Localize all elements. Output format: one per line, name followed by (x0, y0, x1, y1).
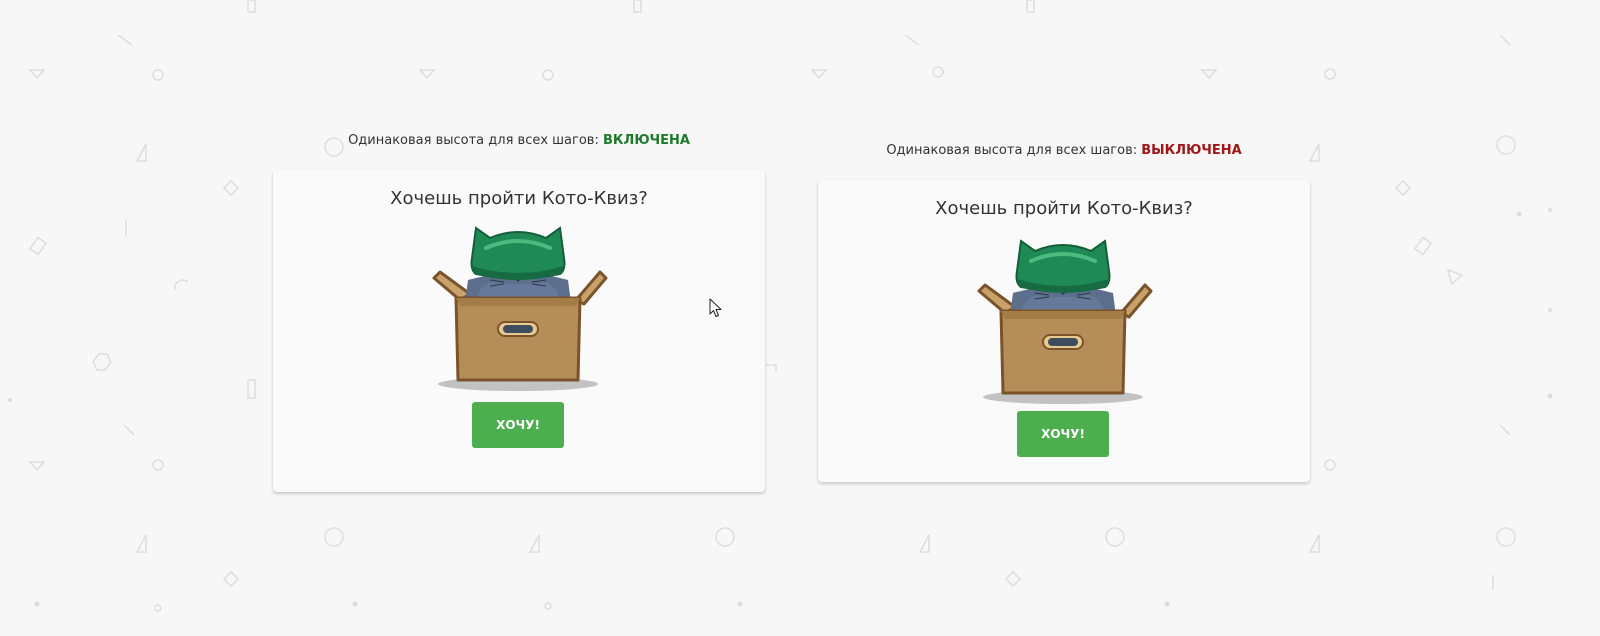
start-quiz-button[interactable]: ХОЧУ! (472, 402, 564, 448)
quiz-card: Хочешь пройти Кото-Квиз? ХОЧУ! (273, 170, 765, 492)
setting-label: Одинаковая высота для всех шагов: (886, 143, 1138, 158)
setting-caption: Одинаковая высота для всех шагов: ВКЛЮЧЕ… (273, 133, 765, 148)
setting-caption: Одинаковая высота для всех шагов: ВЫКЛЮЧ… (818, 143, 1310, 158)
quiz-card: Хочешь пройти Кото-Квиз? ХОЧУ! (818, 180, 1310, 482)
mouse-cursor-icon (709, 298, 722, 317)
status-enabled-badge: ВКЛЮЧЕНА (603, 133, 690, 148)
start-quiz-button[interactable]: ХОЧУ! (1017, 411, 1109, 457)
status-disabled-badge: ВЫКЛЮЧЕНА (1141, 143, 1242, 158)
cat-in-box-illustration (432, 226, 608, 391)
background-pattern (8, 0, 1553, 612)
setting-label: Одинаковая высота для всех шагов: (348, 133, 599, 148)
cat-in-box-illustration (977, 239, 1153, 404)
quiz-question: Хочешь пройти Кото-Квиз? (935, 198, 1193, 219)
quiz-question: Хочешь пройти Кото-Квиз? (390, 188, 648, 209)
